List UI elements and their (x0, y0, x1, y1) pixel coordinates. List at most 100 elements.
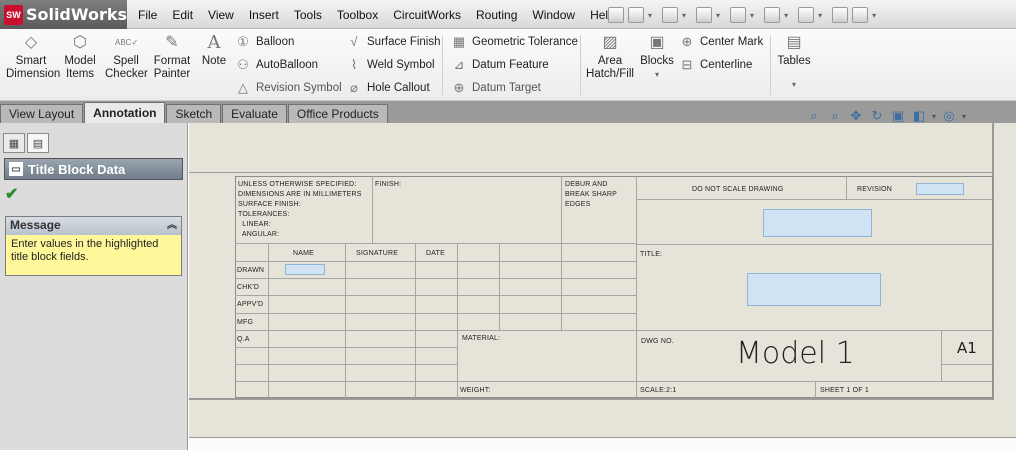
tables-dropdown-icon[interactable]: ▾ (776, 78, 812, 91)
open-dropdown-icon[interactable]: ▾ (682, 11, 686, 20)
select-icon[interactable] (798, 7, 815, 23)
tab-view-layout[interactable]: View Layout (0, 104, 84, 123)
rebuild-icon[interactable] (832, 7, 849, 23)
surface-finish-icon: √ (350, 34, 358, 49)
smart-dimension-icon: ◇ (24, 34, 38, 51)
autoballoon-label: AutoBalloon (256, 59, 319, 71)
title-block-line (499, 243, 500, 330)
menu-window[interactable]: Window (532, 8, 575, 22)
format-painter-button[interactable]: ✎ Format Painter (153, 33, 191, 81)
zoom-to-area-icon[interactable]: ⌕ (827, 108, 843, 124)
hole-callout-button[interactable]: ⌀ Hole Callout (346, 80, 430, 96)
blocks-dropdown-icon[interactable]: ▾ (640, 68, 674, 81)
center-mark-button[interactable]: ⊕ Center Mark (679, 34, 764, 50)
smart-dimension-button[interactable]: ◇ Smart Dimension (6, 33, 61, 81)
title-block-line (636, 244, 993, 245)
center-mark-icon: ⊕ (681, 34, 693, 49)
datum-feature-icon: ⊿ (453, 57, 465, 72)
drawn-by-field[interactable] (285, 264, 325, 275)
hide-show-icon[interactable]: ◎ (941, 108, 957, 124)
open-icon[interactable] (662, 7, 679, 23)
message-header[interactable]: Message ︽ (6, 217, 181, 235)
menu-routing[interactable]: Routing (476, 8, 517, 22)
print-dropdown-icon[interactable]: ▾ (750, 11, 754, 20)
feature-tree-icon[interactable]: ▦ (3, 133, 25, 153)
weld-symbol-icon: ⌇ (350, 57, 358, 72)
tolerance-notes: UNLESS OTHERWISE SPECIFIED: DIMENSIONS A… (238, 180, 362, 240)
blocks-button[interactable]: ▣ Blocks ▾ (640, 33, 674, 81)
print-icon[interactable] (730, 7, 747, 23)
smart-dimension-label: Smart Dimension (6, 55, 61, 80)
surface-finish-button[interactable]: √ Surface Finish (346, 34, 441, 50)
save-dropdown-icon[interactable]: ▾ (716, 11, 720, 20)
options-dropdown-icon[interactable]: ▾ (872, 11, 876, 20)
zoom-to-fit-icon[interactable]: ⌕ (806, 108, 822, 124)
save-icon[interactable] (696, 7, 713, 23)
title-block-line (235, 243, 636, 244)
title-block-line (815, 381, 816, 398)
balloon-button[interactable]: ① Balloon (235, 34, 294, 50)
date-column-header: DATE (426, 250, 445, 257)
datum-target-button[interactable]: ⊕ Datum Target (451, 80, 541, 96)
title-block-line (941, 330, 942, 381)
pin-icon[interactable] (608, 7, 624, 23)
datum-feature-button[interactable]: ⊿ Datum Feature (451, 57, 549, 73)
menu-toolbox[interactable]: Toolbox (337, 8, 378, 22)
ok-check-icon[interactable]: ✔ (5, 184, 18, 204)
tab-office-products[interactable]: Office Products (287, 104, 388, 123)
select-dropdown-icon[interactable]: ▾ (818, 11, 822, 20)
revision-field[interactable] (916, 183, 964, 195)
options-icon[interactable] (852, 7, 869, 23)
tab-annotation[interactable]: Annotation (84, 102, 166, 123)
view-orientation-icon[interactable]: ▣ (890, 108, 906, 124)
menu-tools[interactable]: Tools (294, 8, 322, 22)
signature-column-header: SIGNATURE (356, 250, 399, 257)
menu-file[interactable]: File (138, 8, 157, 22)
title-block-line (941, 364, 993, 365)
row-label-mfg: MFG (237, 319, 254, 326)
model-items-label: Model Items (64, 55, 96, 80)
collapse-icon[interactable]: ︽ (167, 217, 177, 234)
autoballoon-button[interactable]: ⚇ AutoBalloon (235, 57, 318, 73)
tab-evaluate[interactable]: Evaluate (222, 104, 287, 123)
new-dropdown-icon[interactable]: ▾ (648, 11, 652, 20)
display-style-icon[interactable]: ◧ (911, 108, 927, 124)
title-field[interactable] (747, 273, 881, 306)
undo-dropdown-icon[interactable]: ▾ (784, 11, 788, 20)
area-hatch-button[interactable]: ▨ Area Hatch/Fill (586, 33, 634, 81)
menu-view[interactable]: View (208, 8, 234, 22)
property-manager-icon[interactable]: ▤ (27, 133, 49, 153)
note-button[interactable]: A Note (200, 33, 228, 68)
title-block-line (268, 243, 269, 398)
pan-icon[interactable]: ✥ (848, 108, 864, 124)
new-document-icon[interactable] (628, 7, 644, 23)
centerline-button[interactable]: ⊟ Centerline (679, 57, 753, 73)
menu-circuitworks[interactable]: CircuitWorks (393, 8, 461, 22)
solidworks-logo[interactable]: SW SolidWorks (0, 0, 127, 29)
area-hatch-label: Area Hatch/Fill (586, 55, 634, 80)
menu-insert[interactable]: Insert (249, 8, 279, 22)
model-items-button[interactable]: ⬡ Model Items (63, 33, 97, 81)
menu-edit[interactable]: Edit (172, 8, 193, 22)
revision-symbol-button[interactable]: △ Revision Symbol (235, 80, 342, 96)
autoballoon-icon: ⚇ (237, 57, 249, 72)
tables-button[interactable]: ▤ Tables ▾ (776, 33, 812, 91)
tolerance-note-line: DIMENSIONS ARE IN MILLIMETERS (238, 191, 362, 198)
weld-symbol-button[interactable]: ⌇ Weld Symbol (346, 57, 435, 73)
rotate-icon[interactable]: ↻ (869, 108, 885, 124)
company-name-field[interactable] (763, 209, 872, 237)
surface-finish-label: Surface Finish (367, 36, 441, 48)
geometric-tolerance-button[interactable]: ▦ Geometric Tolerance (451, 34, 578, 50)
ribbon-divider (442, 35, 443, 95)
do-not-scale-label: DO NOT SCALE DRAWING (692, 186, 784, 193)
revision-symbol-label: Revision Symbol (256, 82, 342, 94)
sheet-label: SHEET 1 OF 1 (820, 387, 869, 394)
spell-checker-button[interactable]: ABC✓ Spell Checker (105, 33, 148, 81)
tab-sketch[interactable]: Sketch (166, 104, 222, 123)
app-name: SolidWorks (25, 5, 127, 24)
row-label-qa: Q.A (237, 336, 250, 343)
hide-show-dropdown-icon[interactable]: ▾ (962, 112, 966, 121)
display-style-dropdown-icon[interactable]: ▾ (932, 112, 936, 121)
tables-icon: ▤ (786, 34, 802, 51)
undo-icon[interactable] (764, 7, 781, 23)
